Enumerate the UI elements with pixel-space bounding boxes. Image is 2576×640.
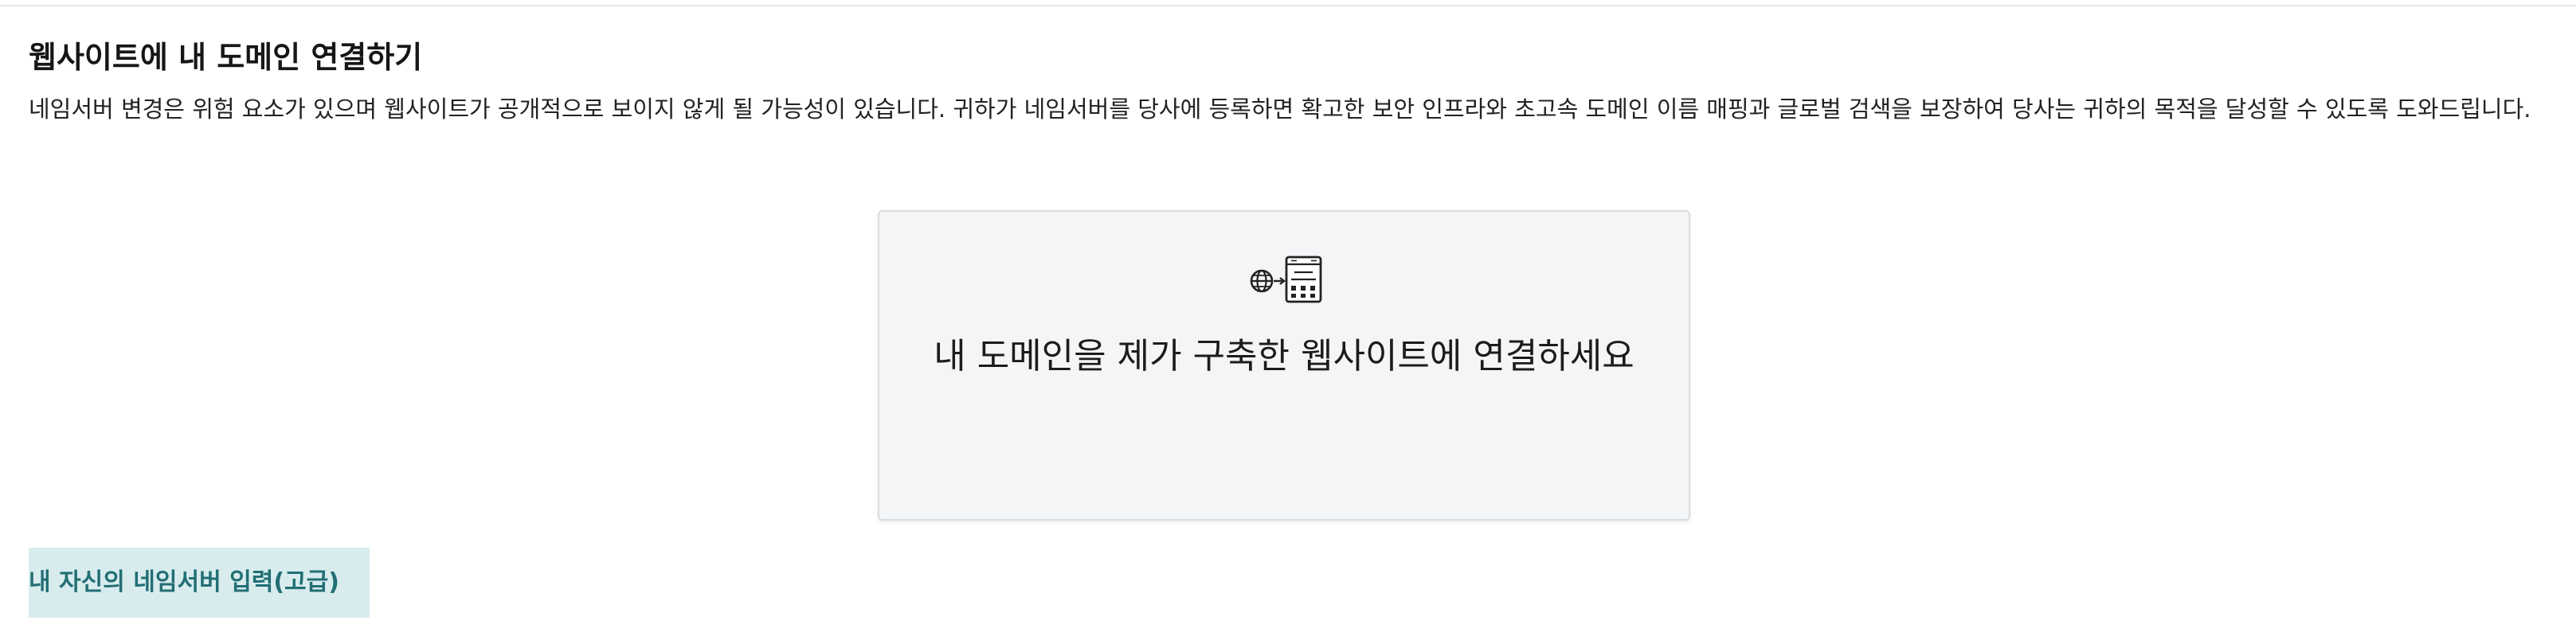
connect-built-website-card[interactable]: 내 도메인을 제가 구축한 웹사이트에 연결하세요 [878,210,1690,521]
enter-own-nameservers-label: 내 자신의 네임서버 입력(고급) [29,568,339,596]
connect-domain-section: 웹사이트에 내 도메인 연결하기 네임서버 변경은 위험 요소가 있으며 웹사이… [29,35,2546,127]
globe-to-server-icon [1247,255,1324,304]
enter-own-nameservers-button[interactable]: 내 자신의 네임서버 입력(고급) [29,548,370,618]
page-title: 웹사이트에 내 도메인 연결하기 [29,40,423,75]
page-description: 네임서버 변경은 위험 요소가 있으며 웹사이트가 공개적으로 보이지 않게 될… [29,96,2531,123]
top-divider [0,0,2576,6]
connect-card-label: 내 도메인을 제가 구축한 웹사이트에 연결하세요 [934,336,1634,377]
